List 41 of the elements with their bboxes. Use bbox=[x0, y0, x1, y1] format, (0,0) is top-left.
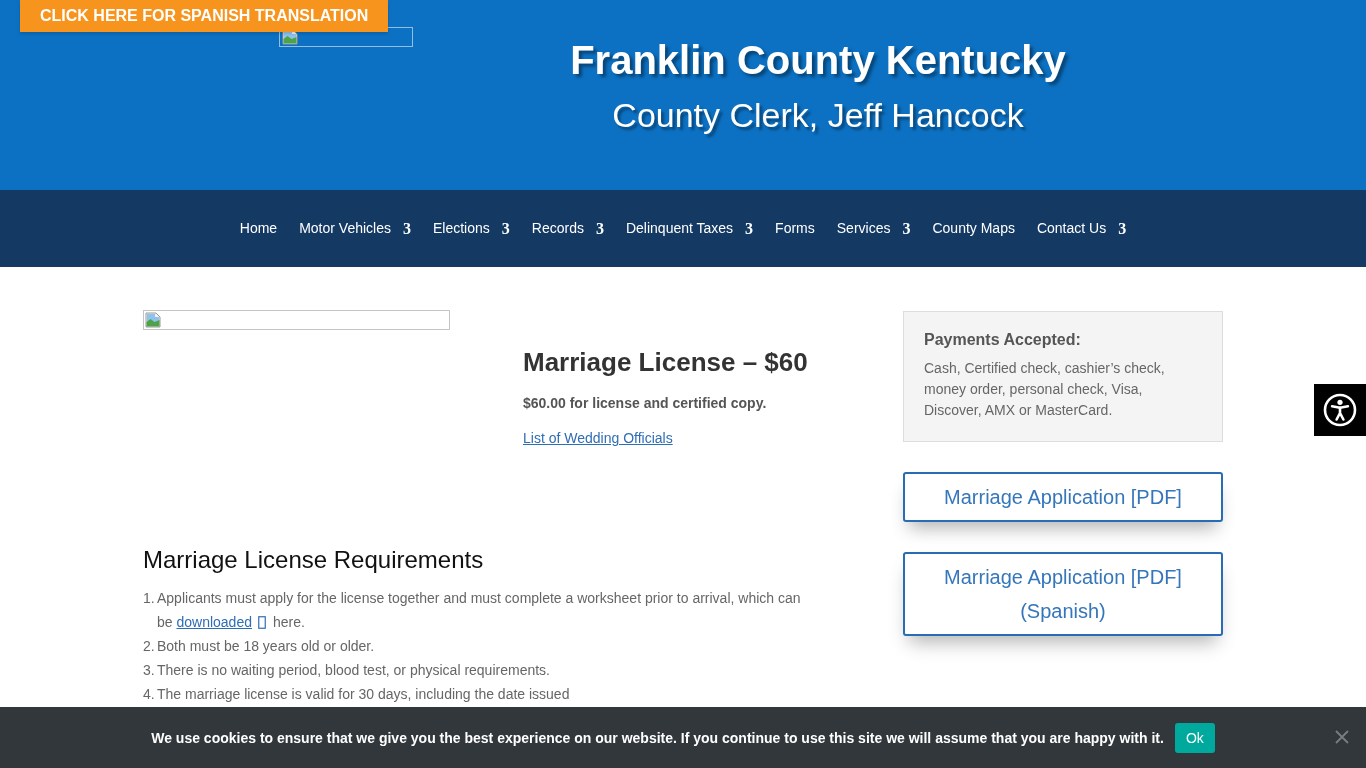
list-item-text: The marriage license is valid for 30 days, including the date issued bbox=[157, 685, 570, 704]
wedding-officials-link[interactable]: List of Wedding Officials bbox=[523, 430, 673, 447]
site-subtitle: County Clerk, Jeff Hancock bbox=[611, 95, 1025, 136]
caret-icon: 3 bbox=[403, 216, 411, 241]
payments-text: Cash, Certified check, cashier’s check, money order, personal check, Visa, Discover, AMX or MasterCard. bbox=[924, 359, 1166, 420]
license-heading: Marriage License – $60 bbox=[523, 347, 809, 378]
list-item-text: There is no waiting period, blood test, or physical requirements. bbox=[157, 661, 550, 680]
accessibility-icon bbox=[1323, 393, 1357, 427]
pdf-download-button[interactable]: Marriage Application [PDF] (Spanish) bbox=[903, 552, 1223, 636]
nav-link[interactable]: Records 3 bbox=[531, 216, 604, 241]
caret-icon: 3 bbox=[501, 216, 510, 241]
close-icon bbox=[1335, 730, 1349, 744]
caret-icon: 3 bbox=[1118, 216, 1127, 241]
nav-link[interactable]: Forms bbox=[775, 218, 815, 239]
requirements-heading: Marriage License Requirements bbox=[143, 546, 485, 574]
payments-heading: Payments Accepted: bbox=[924, 330, 1082, 349]
nav-link[interactable]: Motor Vehicles 3 bbox=[299, 216, 411, 241]
caret-icon: 3 bbox=[902, 216, 911, 241]
nav-link[interactable]: Elections 3 bbox=[433, 216, 510, 241]
close-button[interactable] bbox=[1335, 730, 1349, 744]
list-item-text: Applicants must apply for the license together and must complete a worksheet prior to arrival, which can be downloaded here. bbox=[157, 589, 802, 632]
site-title: Franklin County Kentucky bbox=[569, 37, 1067, 84]
nav-link[interactable]: Contact Us 3 bbox=[1036, 216, 1127, 241]
list-number: 1. bbox=[143, 589, 156, 608]
nav-link[interactable]: County Maps bbox=[932, 218, 1015, 239]
accessibility-button[interactable] bbox=[1314, 384, 1366, 436]
cookie-notice-text: We use cookies to ensure that we give you the best experience on our website. If you continue to use this site we will assume that you are happy with it. bbox=[151, 728, 1164, 748]
list-number: 4. bbox=[143, 685, 156, 704]
list-number: 3. bbox=[143, 661, 156, 680]
pdf-download-button[interactable]: Marriage Application [PDF] bbox=[903, 472, 1223, 522]
nav-link[interactable]: Delinquent Taxes 3 bbox=[625, 216, 754, 241]
list-item-text: Both must be 18 years old or older. bbox=[157, 637, 375, 656]
caret-icon: 3 bbox=[595, 216, 604, 241]
download-link[interactable]: downloaded bbox=[176, 614, 252, 630]
broken-image-icon bbox=[145, 312, 161, 328]
caret-icon: 3 bbox=[745, 216, 754, 241]
nav-link[interactable]: Services 3 bbox=[836, 216, 911, 241]
nav-link[interactable]: Home bbox=[239, 218, 278, 239]
missing-glyph-icon bbox=[258, 616, 266, 629]
list-number: 2. bbox=[143, 637, 156, 656]
fee-text: $60.00 for license and certified copy. bbox=[523, 395, 768, 412]
